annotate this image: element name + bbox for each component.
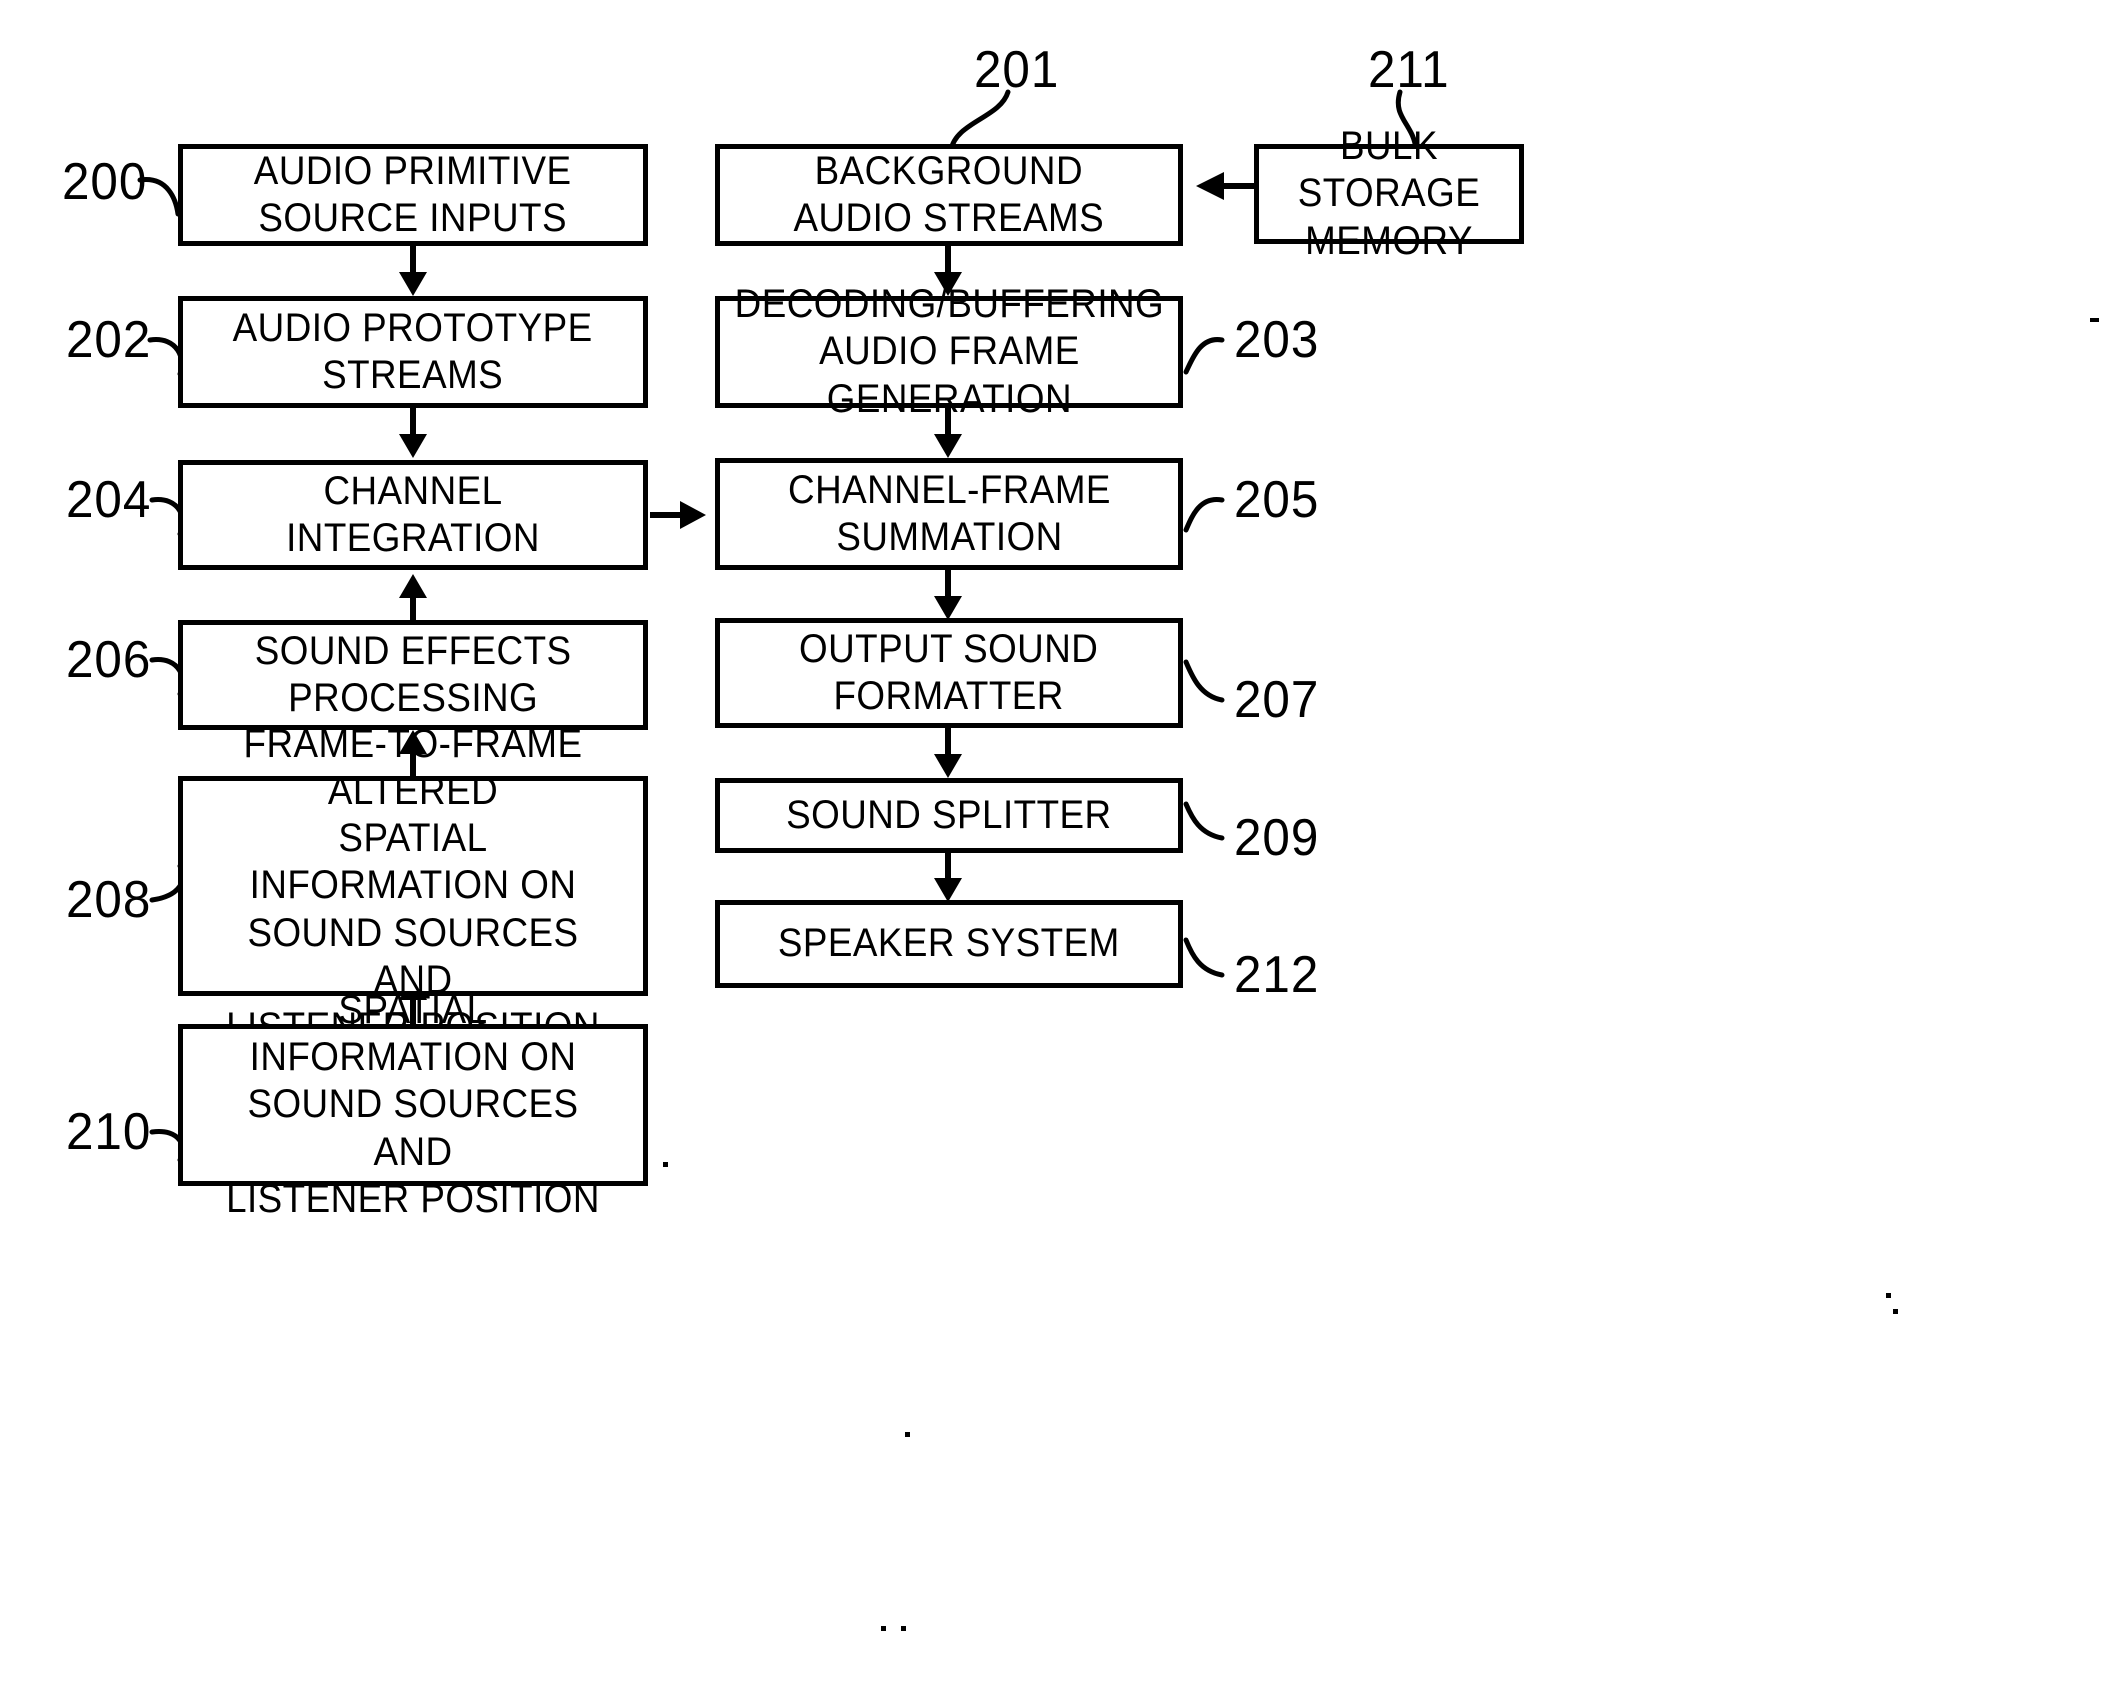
block-210-label: SPATIAL INFORMATION ON SOUND SOURCES AND… <box>226 988 600 1221</box>
arrow-202-to-204 <box>399 406 427 458</box>
refnum-209: 209 <box>1234 809 1320 867</box>
block-204-label: CHANNEL INTEGRATION <box>286 468 540 560</box>
refnum-207: 207 <box>1234 671 1320 729</box>
scan-speck <box>1886 1293 1891 1298</box>
block-201-label: BACKGROUND AUDIO STREAMS <box>793 148 1105 240</box>
arrow-205-to-207 <box>934 568 962 620</box>
block-209-sound-splitter[interactable]: SOUND SPLITTER <box>715 778 1183 853</box>
block-207-output-sound-formatter[interactable]: OUTPUT SOUND FORMATTER <box>715 618 1183 728</box>
refnum-201: 201 <box>974 41 1060 99</box>
refnum-208: 208 <box>66 871 152 929</box>
block-211-bulk-storage-memory[interactable]: BULK STORAGE MEMORY <box>1254 124 1524 263</box>
block-205-channel-frame-summation[interactable]: CHANNEL-FRAME SUMMATION <box>715 458 1183 570</box>
block-203-label: DECODING/BUFFERING AUDIO FRAME GENERATIO… <box>734 282 1164 421</box>
refnum-206: 206 <box>66 631 152 689</box>
scan-speck <box>901 1626 906 1631</box>
scan-speck <box>2090 318 2099 322</box>
scan-speck <box>881 1626 886 1631</box>
block-204-channel-integration[interactable]: CHANNEL INTEGRATION <box>178 460 648 570</box>
scan-speck <box>1893 1309 1898 1314</box>
refnum-203: 203 <box>1234 311 1320 369</box>
block-202-audio-prototype-streams[interactable]: AUDIO PROTOTYPE STREAMS <box>178 296 648 408</box>
refnum-204: 204 <box>66 471 152 529</box>
block-202-label: AUDIO PROTOTYPE STREAMS <box>233 305 593 397</box>
block-209-label: SOUND SPLITTER <box>786 792 1112 837</box>
block-200-audio-primitive-source-inputs[interactable]: AUDIO PRIMITIVE SOURCE INPUTS <box>178 144 648 246</box>
block-205-label: CHANNEL-FRAME SUMMATION <box>787 467 1111 559</box>
block-201-background-audio-streams[interactable]: BACKGROUND AUDIO STREAMS <box>715 144 1183 246</box>
block-207-label: OUTPUT SOUND FORMATTER <box>799 626 1099 718</box>
block-200-label: AUDIO PRIMITIVE SOURCE INPUTS <box>254 148 572 240</box>
scan-speck <box>905 1432 910 1437</box>
refnum-202: 202 <box>66 311 152 369</box>
block-210-spatial-information[interactable]: SPATIAL INFORMATION ON SOUND SOURCES AND… <box>178 988 648 1221</box>
refnum-200: 200 <box>62 153 148 211</box>
arrow-209-to-212 <box>934 851 962 902</box>
arrow-211-to-201 <box>1196 172 1254 200</box>
block-203-decoding-buffering-audio-frame-generation[interactable]: DECODING/BUFFERING AUDIO FRAME GENERATIO… <box>715 282 1183 421</box>
arrow-207-to-209 <box>934 726 962 778</box>
arrow-200-to-202 <box>399 245 427 296</box>
block-212-speaker-system[interactable]: SPEAKER SYSTEM <box>715 900 1183 988</box>
block-206-label: SOUND EFFECTS PROCESSING <box>254 628 572 720</box>
arrow-204-to-205 <box>650 501 706 529</box>
refnum-210: 210 <box>66 1103 152 1161</box>
block-211-label: BULK STORAGE MEMORY <box>1297 124 1481 263</box>
block-206-sound-effects-processing[interactable]: SOUND EFFECTS PROCESSING <box>178 620 648 730</box>
block-208-frame-to-frame-altered-spatial-information[interactable]: FRAME-TO-FRAME ALTERED SPATIAL INFORMATI… <box>178 722 648 1049</box>
refnum-212: 212 <box>1234 946 1320 1004</box>
arrow-206-to-204 <box>399 574 427 626</box>
refnum-211: 211 <box>1368 41 1450 99</box>
scan-speck <box>663 1162 668 1167</box>
figure-canvas: AUDIO PRIMITIVE SOURCE INPUTS AUDIO PROT… <box>0 0 2107 1682</box>
refnum-205: 205 <box>1234 471 1320 529</box>
block-212-label: SPEAKER SYSTEM <box>778 921 1120 966</box>
